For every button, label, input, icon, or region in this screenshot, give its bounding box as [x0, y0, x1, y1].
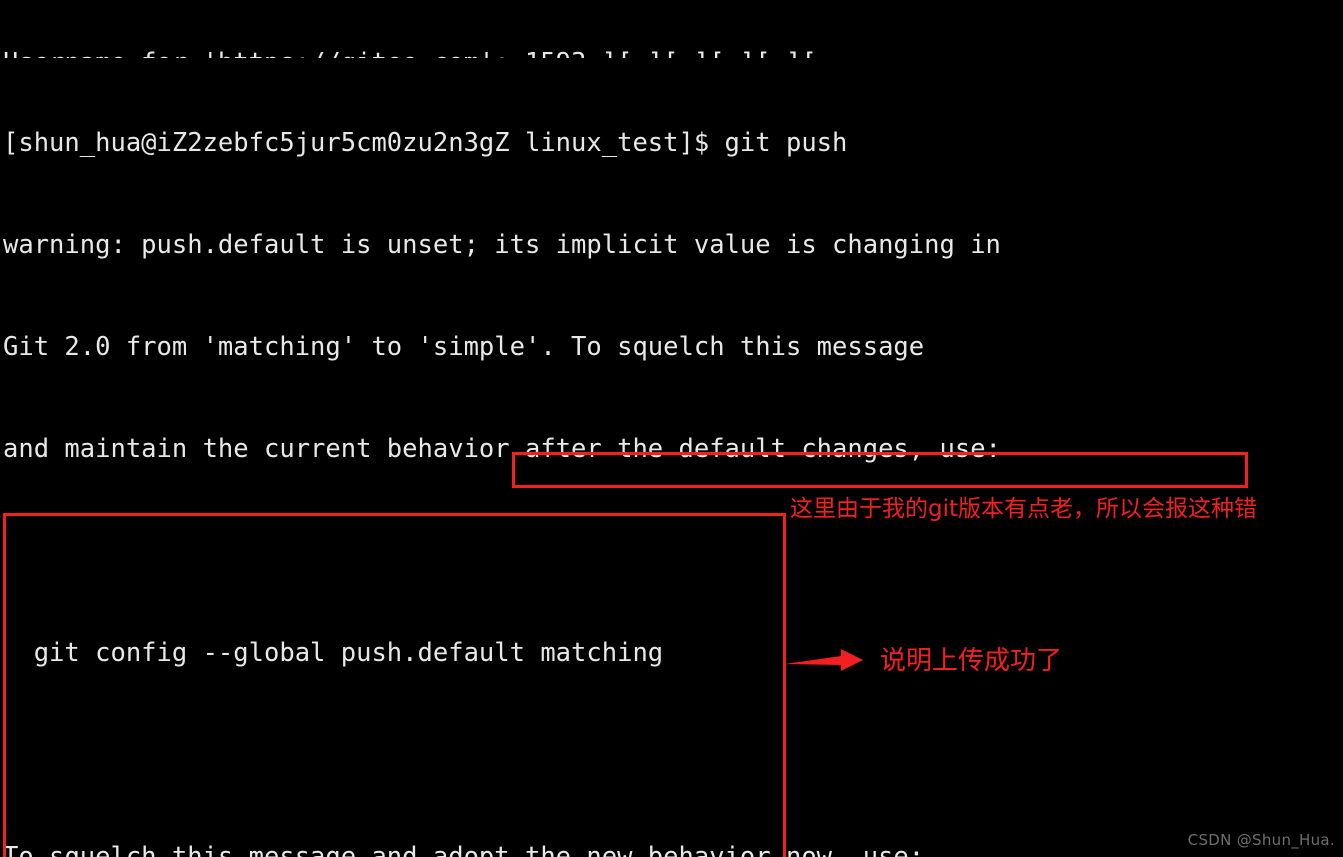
- terminal-line-blank-2: [0, 738, 1343, 772]
- terminal-screen: Username for 'https://gitee.com': 1593 ]…: [0, 0, 1343, 857]
- terminal-line-config-matching: git config --global push.default matchin…: [3, 638, 664, 668]
- terminal-line-squelch-note: To squelch this message and adopt the ne…: [3, 842, 925, 857]
- annotation-upload-success: 说明上传成功了: [880, 646, 1063, 676]
- csdn-watermark: CSDN @Shun_Hua.: [1187, 831, 1335, 849]
- terminal-line-blank-1: [0, 534, 1343, 568]
- terminal-line-warning-2: Git 2.0 from 'matching' to 'simple'. To …: [3, 332, 925, 362]
- red-arrow-icon: [785, 649, 863, 671]
- annotation-old-git-version: 这里由于我的git版本有点老，所以会报这种错: [790, 496, 1258, 522]
- terminal-line-warning-1: warning: push.default is unset; its impl…: [3, 230, 1001, 260]
- terminal-line-warning-3: and maintain the current behavior after …: [3, 434, 1001, 464]
- terminal-line-scrolled-partial: Username for 'https://gitee.com': 1593 ]…: [0, 46, 1343, 58]
- terminal-output[interactable]: Username for 'https://gitee.com': 1593 ]…: [0, 0, 1343, 857]
- terminal-line-prompt-command: [shun_hua@iZ2zebfc5jur5cm0zu2n3gZ linux_…: [3, 128, 848, 158]
